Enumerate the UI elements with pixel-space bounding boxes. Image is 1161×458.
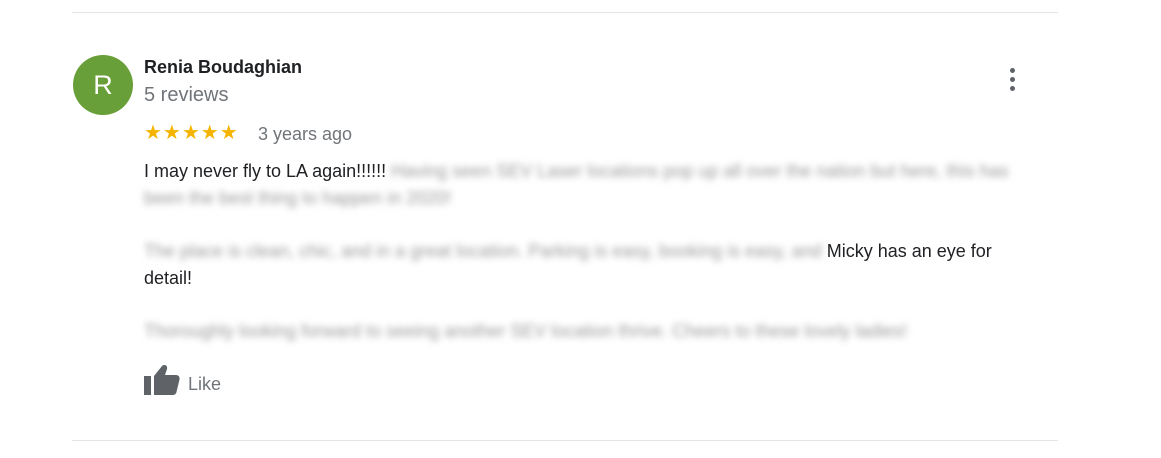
review-count[interactable]: 5 reviews [144,84,228,107]
more-vert-icon [1009,67,1015,73]
avatar[interactable]: R [73,55,133,115]
like-button[interactable]: Like [144,364,221,401]
like-label: Like [188,374,222,394]
thumbs-up-icon [144,364,180,401]
more-vert-icon-dot [1009,85,1015,91]
review-blurred-text: The place is clean, chic, and in a great… [144,241,822,261]
more-vert-icon-dot [1009,76,1015,82]
review-blurred-text: Thoroughly looking forward to seeing ano… [144,321,908,341]
star-rating: ★★★★★ [144,122,239,144]
review-card: R Renia Boudaghian 5 reviews ★★★★★ 3 yea… [0,0,1161,458]
review-text: I may never fly to LA again!!!!!! Having… [144,158,1044,371]
reviewer-name[interactable]: Renia Boudaghian [144,57,302,78]
review-visible-text: I may never fly to LA again!!!!!! [144,161,387,181]
review-paragraph-1: I may never fly to LA again!!!!!! Having… [144,158,1044,212]
review-paragraph-2: The place is clean, chic, and in a great… [144,238,1044,292]
top-divider [72,12,1058,13]
review-paragraph-3: Thoroughly looking forward to seeing ano… [144,318,1044,345]
bottom-divider [72,440,1058,441]
more-options-button[interactable] [1000,64,1024,94]
review-date: 3 years ago [258,124,353,144]
